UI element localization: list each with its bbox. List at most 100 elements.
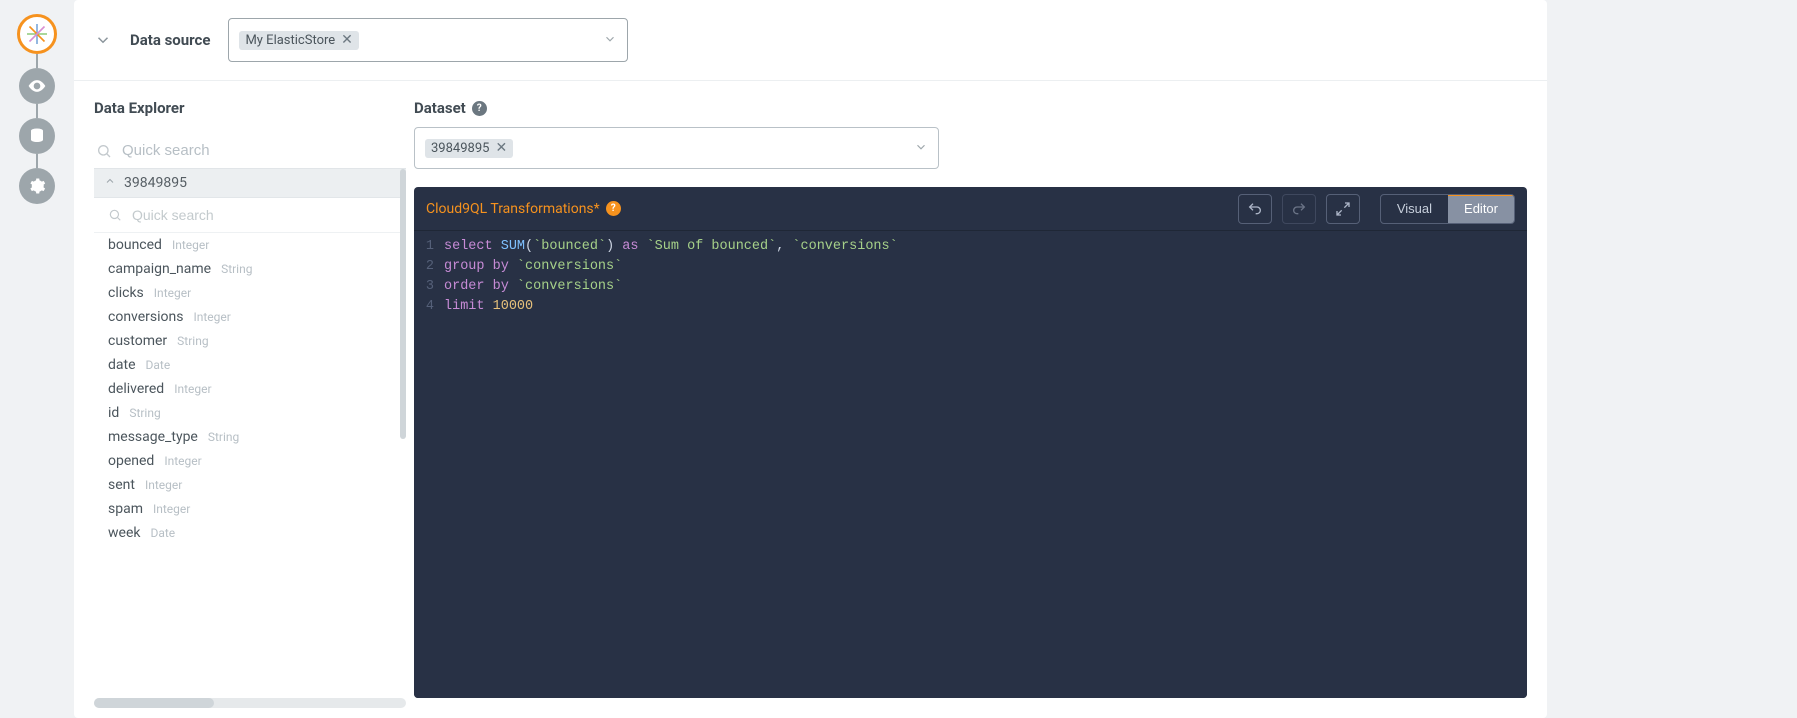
search-icon <box>96 143 112 159</box>
redo-button[interactable] <box>1282 194 1316 224</box>
field-name: sent <box>108 477 135 493</box>
field-name: date <box>108 357 136 373</box>
dataset-select[interactable]: 39849895 ✕ <box>414 127 939 169</box>
field-type: Integer <box>164 454 201 468</box>
field-row[interactable]: sent Integer <box>94 473 406 497</box>
tree-node-label: 39849895 <box>124 175 187 191</box>
undo-button[interactable] <box>1238 194 1272 224</box>
editor-panel: Dataset ? 39849895 ✕ Cloud9QL Tran <box>404 81 1547 718</box>
step-connector <box>36 54 38 68</box>
chevron-down-icon <box>914 139 928 158</box>
field-name: id <box>108 405 119 421</box>
step-settings[interactable] <box>19 168 55 204</box>
chevron-down-icon[interactable] <box>94 31 112 49</box>
field-type: String <box>177 334 208 348</box>
code-content[interactable]: select SUM(`bounced`) as `Sum of bounced… <box>444 237 1527 688</box>
field-row[interactable]: conversions Integer <box>94 305 406 329</box>
step-data[interactable] <box>19 118 55 154</box>
view-toggle: Visual Editor <box>1380 194 1515 224</box>
chevron-up-icon <box>104 175 116 191</box>
field-name: campaign_name <box>108 261 211 277</box>
expand-icon <box>1335 201 1351 217</box>
field-name: spam <box>108 501 143 517</box>
dataset-label: Dataset ? <box>414 99 1527 117</box>
help-icon[interactable]: ? <box>606 201 621 216</box>
tab-visual[interactable]: Visual <box>1381 195 1448 223</box>
editor-title-text: Cloud9QL Transformations* <box>426 201 600 217</box>
field-row[interactable]: bounced Integer <box>94 233 406 257</box>
data-explorer-title: Data Explorer <box>94 99 404 117</box>
field-row[interactable]: customer String <box>94 329 406 353</box>
dataset-chip-label: 39849895 <box>431 141 489 156</box>
wizard-stepper <box>0 0 74 718</box>
scrollbar-thumb[interactable] <box>94 698 214 708</box>
field-name: bounced <box>108 237 162 253</box>
datasource-chip-label: My ElasticStore <box>245 33 335 48</box>
field-name: opened <box>108 453 154 469</box>
field-type: Integer <box>154 286 191 300</box>
field-type: Integer <box>193 310 230 324</box>
editor-header: Cloud9QL Transformations* ? <box>414 187 1527 231</box>
chevron-down-icon <box>603 31 617 50</box>
tree-node[interactable]: 39849895 <box>94 169 406 198</box>
gear-icon <box>28 177 46 195</box>
field-row[interactable]: delivered Integer <box>94 377 406 401</box>
field-search-input[interactable] <box>130 206 396 224</box>
field-row[interactable]: spam Integer <box>94 497 406 521</box>
data-explorer-panel: Data Explorer 39849895 <box>74 81 404 718</box>
horizontal-scrollbar[interactable] <box>94 698 406 708</box>
search-icon <box>108 208 122 222</box>
datasource-select[interactable]: My ElasticStore ✕ <box>228 18 628 62</box>
field-type: String <box>221 262 252 276</box>
field-row[interactable]: opened Integer <box>94 449 406 473</box>
step-preview[interactable] <box>19 68 55 104</box>
database-icon <box>28 127 46 145</box>
field-type: Integer <box>145 478 182 492</box>
field-name: message_type <box>108 429 198 445</box>
field-name: delivered <box>108 381 164 397</box>
dataset-label-text: Dataset <box>414 99 466 117</box>
field-type: String <box>129 406 160 420</box>
field-row[interactable]: campaign_name String <box>94 257 406 281</box>
eye-icon <box>27 76 47 96</box>
logo-icon <box>25 22 49 46</box>
field-list: bounced Integer campaign_name String clicksI… <box>94 233 406 545</box>
field-row[interactable]: week Date <box>94 521 406 545</box>
field-type: Integer <box>174 382 211 396</box>
field-search[interactable] <box>94 198 406 233</box>
code-editor: Cloud9QL Transformations* ? <box>414 187 1527 698</box>
line-gutter: 1234 <box>414 237 444 688</box>
field-row[interactable]: clicksInteger <box>94 281 406 305</box>
field-type: String <box>208 430 239 444</box>
code-area[interactable]: 1234 select SUM(`bounced`) as `Sum of bo… <box>414 231 1527 698</box>
field-type: Date <box>150 526 175 540</box>
field-name: week <box>108 525 140 541</box>
field-type: Integer <box>153 502 190 516</box>
datasource-label: Data source <box>130 31 210 49</box>
vertical-scrollbar[interactable] <box>398 169 406 694</box>
tab-editor[interactable]: Editor <box>1448 195 1514 223</box>
dataset-chip: 39849895 ✕ <box>425 139 513 158</box>
datasource-chip: My ElasticStore ✕ <box>239 31 358 50</box>
step-connector <box>36 154 38 168</box>
explorer-search-input[interactable] <box>120 141 404 160</box>
field-name: customer <box>108 333 167 349</box>
field-type: Integer <box>172 238 209 252</box>
help-icon[interactable]: ? <box>472 101 487 116</box>
explorer-tree: 39849895 bounced Integer campaign_name Stri… <box>94 169 406 708</box>
field-name: conversions <box>108 309 183 325</box>
redo-icon <box>1291 201 1307 217</box>
step-connector <box>36 104 38 118</box>
expand-button[interactable] <box>1326 194 1360 224</box>
explorer-search[interactable] <box>94 135 406 169</box>
close-icon[interactable]: ✕ <box>495 141 507 155</box>
field-type: Date <box>146 358 171 372</box>
editor-title: Cloud9QL Transformations* ? <box>426 201 621 217</box>
scrollbar-thumb[interactable] <box>400 169 406 439</box>
field-row[interactable]: date Date <box>94 353 406 377</box>
datasource-row: Data source My ElasticStore ✕ <box>74 0 1547 81</box>
close-icon[interactable]: ✕ <box>341 33 353 47</box>
field-row[interactable]: message_type String <box>94 425 406 449</box>
step-logo[interactable] <box>17 14 57 54</box>
field-row[interactable]: id String <box>94 401 406 425</box>
